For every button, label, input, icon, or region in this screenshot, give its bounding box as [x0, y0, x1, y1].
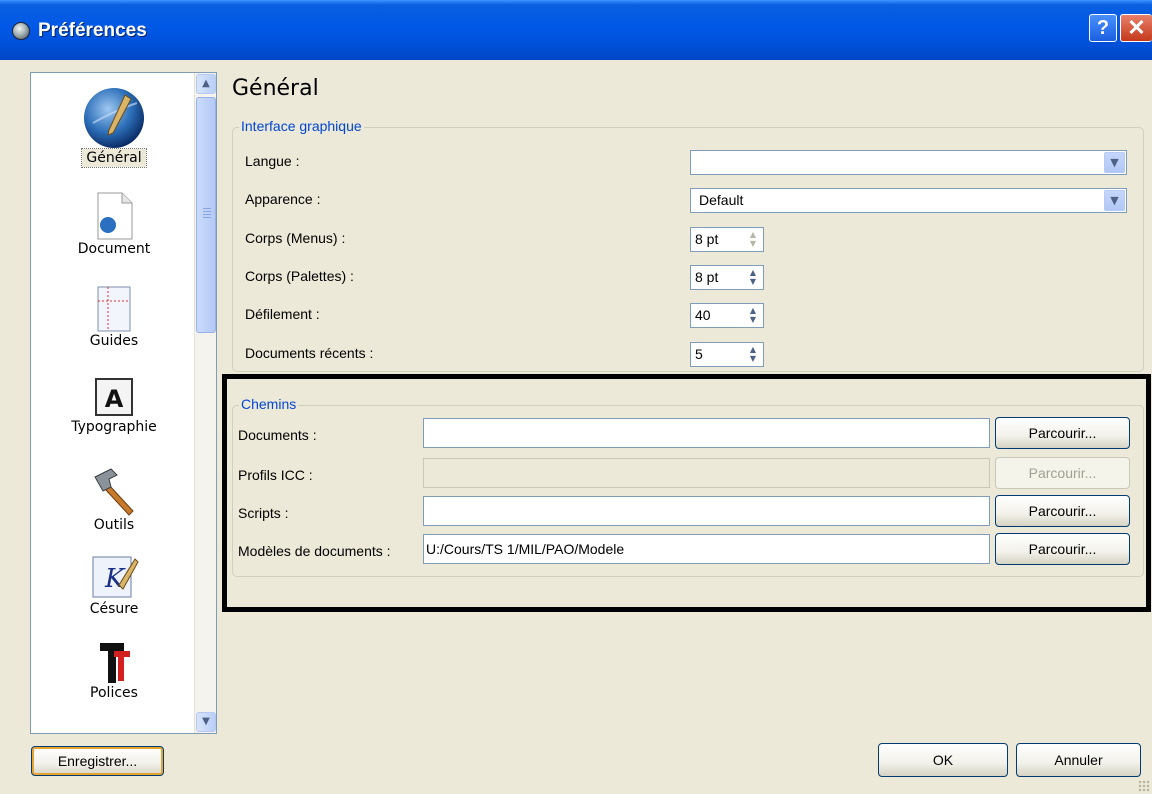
langue-select[interactable]: ▼	[690, 150, 1127, 175]
nav-item-typographie[interactable]: A Typographie	[31, 375, 197, 435]
apparence-label: Apparence :	[245, 191, 321, 207]
title-bar: Préférences ? ✕	[0, 0, 1152, 60]
recents-spinbox[interactable]: 5 ▲ ▼	[690, 342, 764, 367]
help-button[interactable]: ?	[1089, 14, 1117, 42]
page-title: Général	[232, 76, 319, 101]
app-icon	[12, 22, 30, 40]
corps-palettes-label: Corps (Palettes) :	[245, 268, 354, 284]
document-icon	[97, 192, 133, 240]
defilement-spinbox[interactable]: 40 ▲ ▼	[690, 303, 764, 328]
nav-scrollbar[interactable]: ▲ ▼	[194, 73, 216, 733]
defilement-label: Défilement :	[245, 306, 320, 322]
resize-grip[interactable]	[1138, 780, 1150, 792]
spin-arrows-icon[interactable]: ▲ ▼	[745, 230, 761, 249]
spin-arrows-icon[interactable]: ▲ ▼	[745, 268, 761, 287]
langue-label: Langue :	[245, 153, 300, 169]
corps-menus-label: Corps (Menus) :	[245, 230, 346, 246]
ok-button[interactable]: OK	[878, 743, 1008, 777]
category-list[interactable]: Général Document Guides A Typographie Ou…	[30, 72, 217, 734]
hyphenation-icon: K	[92, 556, 139, 598]
recents-label: Documents récents :	[245, 345, 374, 361]
pen-globe-icon	[84, 88, 144, 148]
nav-item-label: Document	[77, 241, 151, 257]
nav-item-label: Typographie	[71, 419, 157, 435]
nav-item-label: Guides	[89, 333, 139, 349]
highlight-box	[222, 374, 1151, 612]
hammer-icon	[94, 468, 134, 516]
nav-item-cesure[interactable]: K Césure	[31, 551, 197, 617]
save-button[interactable]: Enregistrer...	[31, 746, 164, 776]
spin-arrows-icon[interactable]: ▲ ▼	[745, 306, 761, 325]
window-title: Préférences	[38, 20, 147, 41]
svg-text:A: A	[105, 385, 124, 413]
guides-icon	[97, 286, 131, 332]
nav-item-polices[interactable]: Polices	[31, 639, 197, 701]
scroll-up-icon[interactable]: ▲	[196, 74, 216, 94]
nav-item-label: Polices	[90, 685, 138, 701]
typography-icon: A	[95, 378, 133, 416]
nav-item-document[interactable]: Document	[31, 191, 197, 257]
nav-item-label: Général	[81, 148, 147, 168]
scroll-thumb[interactable]	[196, 97, 216, 333]
apparence-value: Default	[699, 192, 744, 208]
nav-item-label: Outils	[93, 517, 135, 533]
close-button[interactable]: ✕	[1120, 14, 1152, 42]
chevron-down-icon[interactable]: ▼	[1104, 190, 1125, 211]
apparence-select[interactable]: Default ▼	[690, 188, 1127, 213]
nav-item-outils[interactable]: Outils	[31, 467, 197, 533]
nav-item-guides[interactable]: Guides	[31, 283, 197, 349]
corps-palettes-spinbox[interactable]: 8 pt ▲ ▼	[690, 265, 764, 290]
scroll-down-icon[interactable]: ▼	[196, 712, 216, 732]
fonts-icon	[100, 643, 130, 683]
nav-item-label: Césure	[89, 601, 139, 617]
chevron-down-icon[interactable]: ▼	[1104, 152, 1125, 173]
nav-item-general[interactable]: Général	[31, 83, 197, 168]
corps-menus-spinbox[interactable]: 8 pt ▲ ▼	[690, 227, 764, 252]
spin-arrows-icon[interactable]: ▲ ▼	[745, 345, 761, 364]
cancel-button[interactable]: Annuler	[1016, 743, 1141, 777]
interface-legend: Interface graphique	[239, 118, 364, 134]
